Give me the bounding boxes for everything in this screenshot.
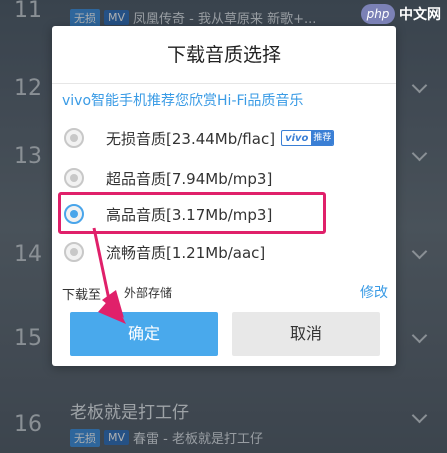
- vivo-logo-icon: vivo: [285, 132, 309, 144]
- confirm-button[interactable]: 确定: [70, 312, 218, 356]
- option-label: 无损音质[23.44Mb/flac]: [106, 129, 276, 148]
- radio-button[interactable]: [64, 168, 84, 188]
- quality-option-smooth[interactable]: 流畅音质[1.21Mb/aac]: [60, 234, 390, 270]
- vivo-promo-text: vivo智能手机推荐您欣赏Hi-Fi品质音乐: [62, 93, 304, 109]
- radio-button[interactable]: [64, 242, 84, 262]
- vivo-recommend-badge: vivo 推荐: [281, 130, 335, 146]
- quality-option-super[interactable]: 超品音质[7.94Mb/mp3]: [60, 160, 390, 196]
- option-label: 流畅音质[1.21Mb/aac]: [106, 243, 266, 262]
- site-watermark: php 中文网: [361, 4, 441, 24]
- download-to-label: 下载至: [62, 288, 102, 303]
- dialog-title: 下载音质选择: [52, 26, 396, 84]
- radio-button[interactable]: [64, 128, 84, 148]
- quality-option-lossless[interactable]: 无损音质[23.44Mb/flac] vivo 推荐: [60, 120, 390, 156]
- edit-location-link[interactable]: 修改: [360, 282, 388, 302]
- download-location-value: 外部存储: [124, 286, 173, 300]
- watermark-text: 中文网: [399, 7, 441, 23]
- php-logo-icon: php: [361, 4, 395, 24]
- option-label: 超品音质[7.94Mb/mp3]: [106, 169, 273, 188]
- download-quality-dialog: 下载音质选择 vivo智能手机推荐您欣赏Hi-Fi品质音乐 无损音质[23.44…: [52, 26, 396, 366]
- cancel-button[interactable]: 取消: [232, 312, 380, 356]
- recommend-tag: 推荐: [311, 131, 334, 145]
- selection-highlight-box: [58, 192, 326, 234]
